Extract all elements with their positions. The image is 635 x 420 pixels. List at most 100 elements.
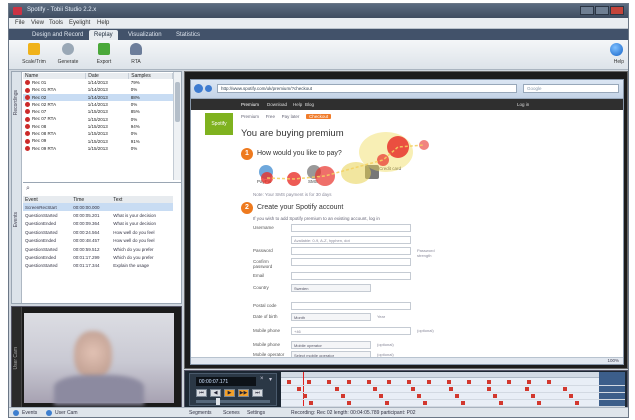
generate-button[interactable]: Generate — [51, 42, 85, 68]
timeline-ruler[interactable] — [281, 372, 625, 378]
nav-login[interactable]: Log in — [517, 102, 529, 107]
form-input[interactable] — [291, 247, 411, 255]
form-input[interactable]: Mobile operator — [291, 341, 371, 349]
table-row[interactable]: Rec 08 RTA 1/15/2013 0% — [23, 130, 173, 137]
status-events[interactable]: Events — [22, 410, 37, 416]
table-row[interactable]: Rec 02 1/14/2013 88% — [23, 93, 173, 101]
nav-download[interactable]: Download — [267, 102, 287, 107]
side-tab-user-cam[interactable]: User Cam — [13, 347, 21, 370]
volume-knob[interactable] — [216, 398, 220, 405]
help-icon[interactable] — [610, 43, 623, 56]
volume-slider[interactable] — [196, 398, 270, 405]
menu-view[interactable]: View — [31, 20, 44, 26]
table-row[interactable]: QuestionEnded 00:00:09.364 What is your de… — [23, 220, 173, 228]
timeline-event-marker[interactable] — [499, 401, 503, 405]
timeline-event-marker[interactable] — [327, 380, 331, 384]
timeline-event-marker[interactable] — [447, 380, 451, 384]
timeline-event-marker[interactable] — [347, 380, 351, 384]
close-button[interactable] — [610, 6, 624, 15]
menu-eyelight[interactable]: Eyelight — [69, 20, 90, 26]
timeline-event-marker[interactable] — [387, 380, 391, 384]
table-row[interactable]: QuestionStarted 00:01:17.344 Explain the u… — [23, 262, 173, 270]
playback-settings-icon[interactable]: ▾ — [269, 376, 277, 384]
col-text[interactable]: Text — [111, 196, 173, 203]
tab-design-and-record[interactable]: Design and Record — [27, 30, 88, 40]
export-button[interactable]: Export — [87, 42, 121, 68]
timeline-event-marker[interactable] — [303, 394, 307, 398]
side-tab-recordings[interactable]: Recordings — [13, 90, 21, 115]
timeline-event-marker[interactable] — [411, 387, 415, 391]
timeline-event-marker[interactable] — [347, 401, 351, 405]
table-row[interactable]: QuestionEnded 00:00:48.457 How well do you… — [23, 237, 173, 245]
crumb-premium[interactable]: Premium — [241, 114, 259, 119]
tab-visualization[interactable]: Visualization — [123, 30, 167, 40]
menu-help[interactable]: Help — [97, 20, 109, 26]
timeline-event-marker[interactable] — [563, 387, 567, 391]
form-input[interactable] — [291, 272, 411, 280]
table-row[interactable]: Rec 01 RTA 1/14/2013 0% — [23, 86, 173, 93]
timeline-event-marker[interactable] — [537, 401, 541, 405]
nav-blog[interactable]: Blog — [305, 102, 314, 107]
timeline-event-marker[interactable] — [423, 401, 427, 405]
form-input[interactable]: Month — [291, 313, 371, 321]
tab-statistics[interactable]: Statistics — [171, 30, 205, 40]
timeline-event-marker[interactable] — [297, 387, 301, 391]
form-input[interactable] — [291, 224, 411, 232]
timeline-event-marker[interactable] — [417, 394, 421, 398]
form-input[interactable]: +46 — [291, 327, 411, 335]
col-event[interactable]: Event — [23, 196, 72, 203]
tab-replay[interactable]: Replay — [89, 30, 118, 40]
form-input[interactable] — [291, 258, 411, 266]
timeline-event-marker[interactable] — [455, 394, 459, 398]
timeline-event-marker[interactable] — [367, 380, 371, 384]
table-row[interactable]: ScreenRecStart 00:00:00.000 — [23, 203, 173, 212]
nav-help[interactable]: Help — [293, 102, 302, 107]
crumb-checkout[interactable]: Checkout — [306, 114, 332, 119]
timeline-event-marker[interactable] — [335, 387, 339, 391]
timeline-event-marker[interactable] — [487, 387, 491, 391]
table-row[interactable]: Rec 09 1/15/2013 91% — [23, 137, 173, 144]
back-icon[interactable] — [194, 84, 203, 93]
timeline-event-marker[interactable] — [309, 401, 313, 405]
side-tab-events[interactable]: Events — [13, 212, 21, 227]
timeline-event-marker[interactable] — [461, 401, 465, 405]
timeline-event-marker[interactable] — [569, 394, 573, 398]
form-input[interactable]: Sweden — [291, 284, 371, 292]
timeline-event-marker[interactable] — [547, 380, 551, 384]
timeline-event-marker[interactable] — [531, 394, 535, 398]
maximize-button[interactable] — [595, 6, 609, 15]
tab-segments[interactable]: Segments — [189, 410, 212, 416]
timeline-event-marker[interactable] — [527, 380, 531, 384]
timeline-event-marker[interactable] — [341, 394, 345, 398]
form-input[interactable] — [291, 302, 411, 310]
fast-forward-button[interactable]: ▶▶ — [238, 389, 249, 397]
menu-tools[interactable]: Tools — [49, 20, 63, 26]
timeline-event-marker[interactable] — [373, 387, 377, 391]
timeline-event-marker[interactable] — [427, 380, 431, 384]
menu-file[interactable]: File — [15, 20, 25, 26]
table-row[interactable]: Rec 01 1/14/2013 79% — [23, 79, 173, 86]
col-time[interactable]: Time — [71, 196, 112, 203]
playback-close-icon[interactable]: × — [260, 376, 268, 384]
address-bar[interactable]: http://www.spotify.com/uk/premium/?check… — [217, 84, 517, 93]
table-row[interactable]: Rec 09 RTA 1/15/2013 0% — [23, 145, 173, 152]
event-timeline[interactable] — [281, 372, 625, 407]
table-row[interactable]: QuestionStarted 00:00:59.512 Which do you … — [23, 245, 173, 253]
form-input[interactable]: Available: 0-9, A-Z, hyphen, dot — [291, 236, 411, 244]
table-row[interactable]: QuestionStarted 00:00:24.564 How well do y… — [23, 228, 173, 236]
table-row[interactable]: Rec 07 RTA 1/15/2013 0% — [23, 115, 173, 122]
table-row[interactable]: Rec 07 1/15/2013 85% — [23, 108, 173, 115]
rta-button[interactable]: RTA — [119, 42, 153, 68]
step-back-button[interactable]: ◀ — [210, 389, 221, 397]
timeline-event-marker[interactable] — [487, 380, 491, 384]
tab-scenes[interactable]: Scenes — [223, 410, 240, 416]
table-row[interactable]: QuestionStarted 00:00:05.201 What is your … — [23, 211, 173, 219]
crumb-free[interactable]: Free — [266, 114, 275, 119]
recordings-scrollbar[interactable] — [173, 72, 181, 180]
scale-trim-button[interactable]: Scale/Trim — [17, 42, 51, 68]
timeline-event-marker[interactable] — [493, 394, 497, 398]
timeline-event-marker[interactable] — [407, 380, 411, 384]
timeline-event-marker[interactable] — [449, 387, 453, 391]
skip-back-button[interactable]: ⏮ — [196, 389, 207, 397]
crumb-pay-later[interactable]: Pay later — [282, 114, 300, 119]
